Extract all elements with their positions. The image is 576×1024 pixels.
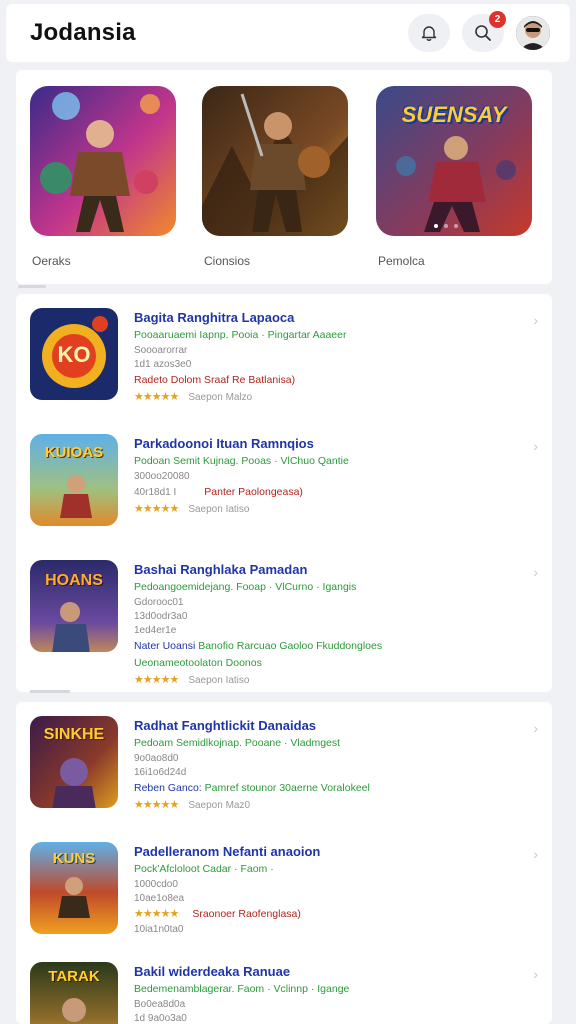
app-subtitle: Podoan Semit Kujnag. Pooas · VlChuo Qant… <box>134 455 349 467</box>
app-tag: Sraonoer Raofenglasa) <box>192 908 301 920</box>
app-meta: 1d1 azos3e0 <box>134 359 192 370</box>
featured-item[interactable] <box>202 86 348 236</box>
chevron-right-icon: › <box>533 564 538 580</box>
rating: ★★★★★ Saepon Malzo <box>134 389 524 406</box>
search-icon <box>475 25 491 41</box>
app-title: Bashai Ranghlaka Pamadan <box>134 562 308 577</box>
chevron-right-icon: › <box>533 720 538 736</box>
app-tag: Nater Uoansi Banofio Rarcuao Gaoloo Fkud… <box>134 640 383 652</box>
bell-icon <box>421 26 437 41</box>
app-icon: SINKHE <box>30 716 118 808</box>
app-meta: 10ia1n0ta0 <box>134 924 184 935</box>
app-subtitle: Pooaaruaemi Iapnp. Pooia · Pingartar Aaa… <box>134 329 347 341</box>
app-meta: 1000cdo0 <box>134 879 178 890</box>
app-meta: 13d0odr3a0 <box>134 611 188 622</box>
featured-label: Oeraks <box>32 254 71 268</box>
featured-label: Pemolca <box>378 254 425 268</box>
section-divider <box>30 690 70 693</box>
rating: ★★★★★ Saepon Iatiso <box>134 672 524 689</box>
rating: ★★★★★ Sraonoer Raofenglasa) <box>134 906 524 923</box>
avatar[interactable] <box>516 16 550 50</box>
list-item[interactable]: SINKHE Radhat Fanghtlickit Danaidas Pedo… <box>16 716 552 812</box>
chevron-right-icon: › <box>533 846 538 862</box>
app-list-panel: SINKHE Radhat Fanghtlickit Danaidas Pedo… <box>16 702 552 1024</box>
search-badge: 2 <box>489 11 506 28</box>
app-icon: KUNS <box>30 842 118 934</box>
list-item[interactable]: HOANS Bashai Ranghlaka Pamadan Pedoangoe… <box>16 560 552 686</box>
app-tag: Reben Ganco: Pamref stounor 30aerne Vora… <box>134 782 370 794</box>
star-rating: ★★★★★ <box>134 503 179 515</box>
app-title: Parkadoonoi Ituan Ramnqios <box>134 436 314 451</box>
rating-count: Saepon Maz0 <box>188 800 251 811</box>
app-meta: 300oo20080 <box>134 471 190 482</box>
app-meta: 9o0ao8d0 <box>134 753 179 764</box>
rating: ★★★★★ Saepon Iatiso <box>134 501 524 518</box>
app-meta: 40r18d1 I Panter Paolongeasa) <box>134 486 303 498</box>
rating-count: Saepon Malzo <box>188 392 253 403</box>
app-title: Bakil widerdeaka Ranuae <box>134 964 291 979</box>
list-item[interactable]: KUIOAS Parkadoonoi Ituan Ramnqios Podoan… <box>16 434 552 530</box>
app-tag: Radeto Dolom Sraaf Re Batlanisa) <box>134 374 296 386</box>
app-icon: HOANS <box>30 560 118 652</box>
app-meta: 1ed4er1e <box>134 625 177 636</box>
star-rating: ★★★★★ <box>134 908 179 920</box>
top-app-bar: Jodansia 2 <box>6 4 570 62</box>
star-rating: ★★★★★ <box>134 674 179 686</box>
featured-section: SUENSAY Oeraks Cionsios Pemolca <box>16 70 552 284</box>
app-meta: 16i1o6d24d <box>134 767 187 778</box>
app-subtitle: Pedoam Semidlkojnap. Pooane · Vladmgest <box>134 737 341 749</box>
app-icon: TARAK <box>30 962 118 1024</box>
app-title: Padelleranom Nefanti anaoion <box>134 844 321 859</box>
app-meta: Gdorooc01 <box>134 597 184 608</box>
app-subtitle: Bedemenamblagerar. Faom · Vclinnp · Igan… <box>134 983 350 995</box>
app-icon: KO <box>30 308 118 400</box>
list-item[interactable]: KUNS Padelleranom Nefanti anaoion Pock'A… <box>16 842 552 938</box>
rating: ★★★★★ Saepon Maz0 <box>134 797 524 814</box>
chevron-right-icon: › <box>533 966 538 982</box>
app-tag: Ueonameotoolaton Doonos <box>134 657 262 669</box>
star-rating: ★★★★★ <box>134 799 179 811</box>
list-item[interactable]: KO Bagita Ranghitra Lapaoca Pooaaruaemi … <box>16 308 552 404</box>
app-meta: 1d 9a0o3a0 <box>134 1013 187 1024</box>
featured-item[interactable]: SUENSAY <box>376 86 532 236</box>
chevron-right-icon: › <box>533 438 538 454</box>
featured-banner: SUENSAY <box>401 102 507 127</box>
app-title: Radhat Fanghtlickit Danaidas <box>134 718 317 733</box>
app-title: Bagita Ranghitra Lapaoca <box>134 310 295 325</box>
featured-art-image: SUENSAY <box>376 86 532 236</box>
list-item[interactable]: TARAK Bakil widerdeaka Ranuae Bedemenamb… <box>16 962 552 1024</box>
featured-art-image <box>30 86 176 236</box>
star-rating: ★★★★★ <box>134 391 179 403</box>
rating-count: Saepon Iatiso <box>188 675 250 686</box>
rating-count: Saepon Iatiso <box>188 504 250 515</box>
chevron-right-icon: › <box>533 312 538 328</box>
app-subtitle: Pock'Afcloloot Cadar · Faom · <box>134 863 274 875</box>
search-button[interactable]: 2 <box>462 11 506 52</box>
app-title: Jodansia <box>30 19 136 46</box>
app-list-panel: KO Bagita Ranghitra Lapaoca Pooaaruaemi … <box>16 294 552 692</box>
app-meta: 10ae1o8ea <box>134 893 185 904</box>
scroll-indicator <box>18 285 46 288</box>
notification-button[interactable] <box>408 14 450 52</box>
app-subtitle: Pedoangoemidejang. Fooap · VlCurno · Iga… <box>134 581 357 593</box>
app-meta: Soooarorrar <box>134 345 188 356</box>
app-meta: Bo0ea8d0a <box>134 999 186 1010</box>
featured-label: Cionsios <box>204 254 251 268</box>
featured-item[interactable] <box>30 86 176 236</box>
app-icon: KUIOAS <box>30 434 118 526</box>
featured-art-image <box>202 86 348 236</box>
